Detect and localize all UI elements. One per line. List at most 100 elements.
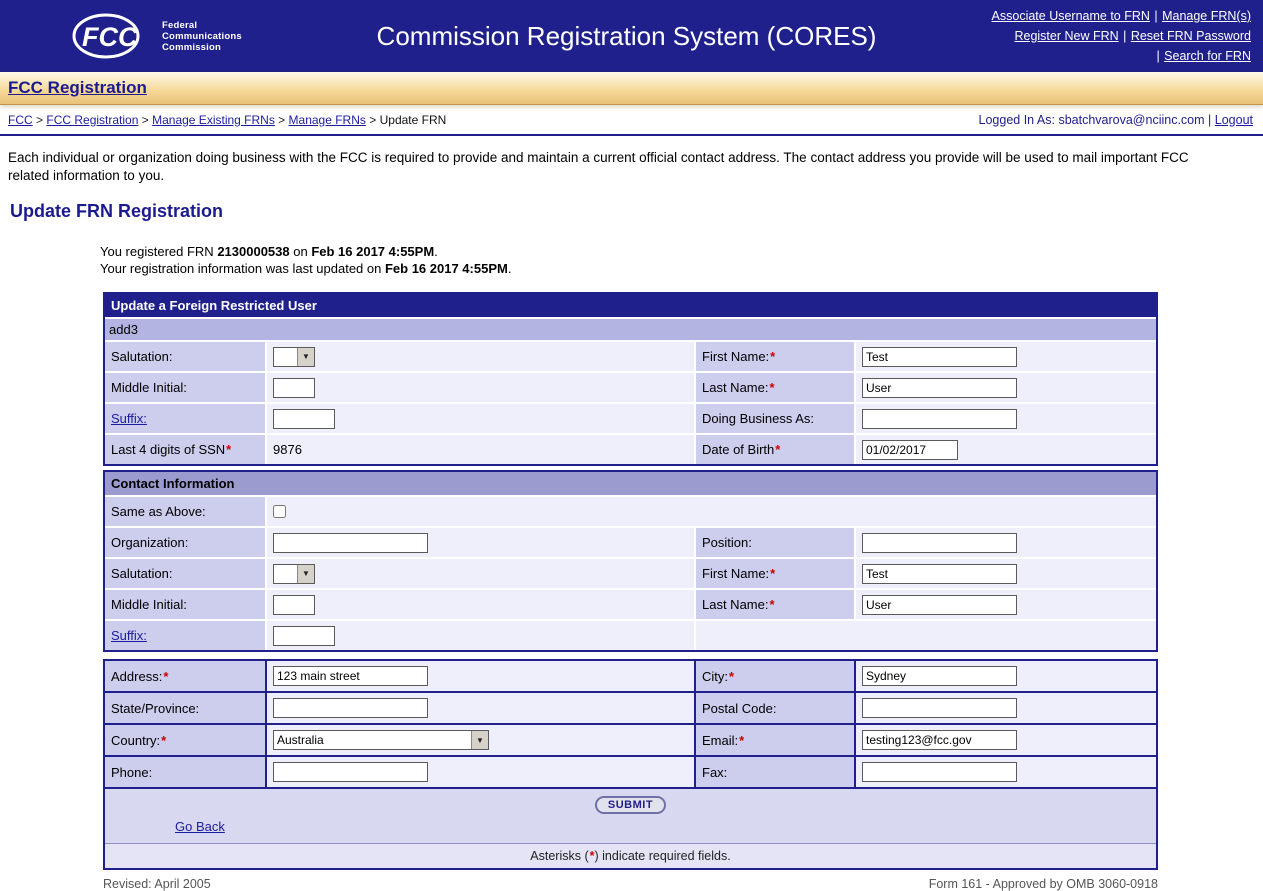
phone-label: Phone: <box>111 765 152 780</box>
country-select[interactable]: Australia▼ <box>273 730 489 750</box>
empty-cell <box>694 621 1156 650</box>
reset-frn-password-link[interactable]: Reset FRN Password <box>1131 29 1251 43</box>
contact-first-name-input[interactable] <box>862 564 1017 584</box>
form-row: Middle Initial: Last Name:* <box>105 588 1156 619</box>
contact-middle-initial-field-cell <box>265 590 694 619</box>
salutation-select[interactable]: ▼ <box>273 347 315 367</box>
required-asterisk: * <box>163 669 168 684</box>
doing-business-as-label: Doing Business As: <box>702 411 814 426</box>
contact-salutation-field-cell: ▼ <box>265 559 694 588</box>
position-label: Position: <box>702 535 752 550</box>
dob-field-cell <box>854 435 1156 464</box>
contact-middle-initial-label: Middle Initial: <box>111 597 187 612</box>
personal-info-section: Update a Foreign Restricted User add3 Sa… <box>103 292 1158 466</box>
register-new-frn-link[interactable]: Register New FRN <box>1014 29 1118 43</box>
organization-label: Organization: <box>111 535 188 550</box>
middle-initial-label: Middle Initial: <box>111 380 187 395</box>
fax-input[interactable] <box>862 762 1017 782</box>
fax-label-cell: Fax: <box>694 757 854 787</box>
fcc-registration-banner-link[interactable]: FCC Registration <box>8 78 147 98</box>
first-name-input[interactable] <box>862 347 1017 367</box>
position-input[interactable] <box>862 533 1017 553</box>
same-as-above-checkbox[interactable] <box>273 505 286 518</box>
submit-button[interactable]: SUBMIT <box>595 796 666 814</box>
updated-date: Feb 16 2017 4:55PM <box>385 261 508 276</box>
logout-link[interactable]: Logout <box>1215 113 1253 127</box>
middle-initial-input[interactable] <box>273 378 315 398</box>
email-label-cell: Email:* <box>694 725 854 755</box>
required-asterisk: * <box>775 442 780 457</box>
breadcrumb-separator: > <box>278 113 285 127</box>
header-nav: Associate Username to FRN | Manage FRN(s… <box>948 6 1263 66</box>
organization-input[interactable] <box>273 533 428 553</box>
page-footer: Revised: April 2005 Form 161 - Approved … <box>103 877 1158 891</box>
postal-code-field-cell <box>854 693 1156 723</box>
state-input[interactable] <box>273 698 428 718</box>
postal-code-input[interactable] <box>862 698 1017 718</box>
contact-last-name-input[interactable] <box>862 595 1017 615</box>
form-row: Last 4 digits of SSN* 9876 Date of Birth… <box>105 433 1156 464</box>
suffix-link[interactable]: Suffix: <box>111 411 147 426</box>
dob-label: Date of Birth <box>702 442 774 457</box>
first-name-label-cell: First Name:* <box>694 342 854 371</box>
required-asterisk: * <box>770 349 775 364</box>
suffix-input[interactable] <box>273 409 335 429</box>
last-name-input[interactable] <box>862 378 1017 398</box>
address-section: Address:* City:* State/Province: Postal … <box>103 659 1158 870</box>
last-name-label: Last Name: <box>702 380 768 395</box>
breadcrumb-manage-existing-frns[interactable]: Manage Existing FRNs <box>152 113 275 127</box>
breadcrumb: FCC > FCC Registration > Manage Existing… <box>8 113 446 127</box>
search-for-frn-link[interactable]: Search for FRN <box>1164 49 1251 63</box>
footer-revised: Revised: April 2005 <box>103 877 211 891</box>
breadcrumb-manage-frns[interactable]: Manage FRNs <box>289 113 366 127</box>
nav-separator: | <box>1123 29 1126 43</box>
associate-username-to-frn-link[interactable]: Associate Username to FRN <box>992 9 1150 23</box>
phone-field-cell <box>265 757 694 787</box>
doing-business-as-input[interactable] <box>862 409 1017 429</box>
breadcrumb-separator: > <box>142 113 149 127</box>
country-selected-value: Australia <box>274 731 471 749</box>
dropdown-arrow-icon: ▼ <box>297 348 314 366</box>
form-row: Phone: Fax: <box>105 755 1156 787</box>
contact-salutation-select[interactable]: ▼ <box>273 564 315 584</box>
contact-middle-initial-input[interactable] <box>273 595 315 615</box>
dropdown-arrow-icon: ▼ <box>471 731 488 749</box>
middle-initial-label-cell: Middle Initial: <box>105 373 265 402</box>
dob-input[interactable] <box>862 440 958 460</box>
city-input[interactable] <box>862 666 1017 686</box>
contact-first-name-label: First Name: <box>702 566 769 581</box>
same-as-above-label-cell: Same as Above: <box>105 497 265 526</box>
doing-business-as-field-cell <box>854 404 1156 433</box>
address-input[interactable] <box>273 666 428 686</box>
go-back-link[interactable]: Go Back <box>175 819 225 834</box>
country-label: Country: <box>111 733 160 748</box>
manage-frns-link[interactable]: Manage FRN(s) <box>1162 9 1251 23</box>
address-label: Address: <box>111 669 162 684</box>
top-header: FCC Federal Communications Commission Co… <box>0 0 1263 72</box>
state-field-cell <box>265 693 694 723</box>
phone-input[interactable] <box>273 762 428 782</box>
same-as-above-field-cell <box>265 497 1156 526</box>
breadcrumb-fcc[interactable]: FCC <box>8 113 33 127</box>
state-label-cell: State/Province: <box>105 693 265 723</box>
doing-business-as-label-cell: Doing Business As: <box>694 404 854 433</box>
salutation-field-cell: ▼ <box>265 342 694 371</box>
nav-separator: | <box>1154 9 1157 23</box>
contact-suffix-input[interactable] <box>273 626 335 646</box>
fcc-registration-banner: FCC Registration <box>0 72 1263 105</box>
registered-date: Feb 16 2017 4:55PM <box>311 244 434 259</box>
required-asterisk: * <box>770 566 775 581</box>
breadcrumb-fcc-registration[interactable]: FCC Registration <box>46 113 138 127</box>
organization-label-cell: Organization: <box>105 528 265 557</box>
logged-in-as-label: Logged In As: <box>979 113 1059 127</box>
ssn-label-cell: Last 4 digits of SSN* <box>105 435 265 464</box>
svg-text:FCC: FCC <box>82 22 138 52</box>
email-input[interactable] <box>862 730 1017 750</box>
session-divider: | <box>1208 113 1211 127</box>
position-field-cell <box>854 528 1156 557</box>
position-label-cell: Position: <box>694 528 854 557</box>
contact-suffix-link[interactable]: Suffix: <box>111 628 147 643</box>
contact-salutation-label: Salutation: <box>111 566 172 581</box>
city-field-cell <box>854 661 1156 691</box>
intro-text: Each individual or organization doing bu… <box>0 136 1263 184</box>
